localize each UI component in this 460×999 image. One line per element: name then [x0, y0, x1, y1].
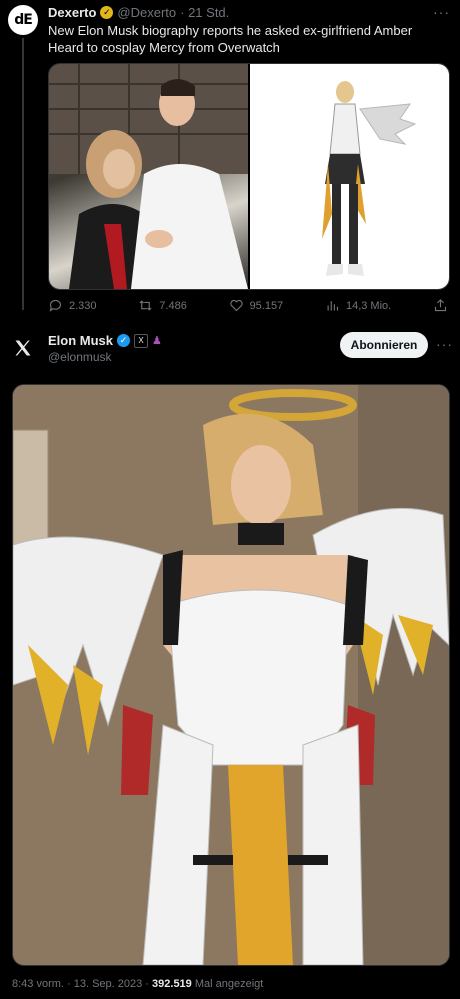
tweet1-author-handle[interactable]: @Dexerto	[117, 5, 176, 20]
media-photo-right[interactable]	[250, 64, 449, 289]
views-icon	[327, 301, 339, 311]
views-button[interactable]: 14,3 Mio.	[325, 298, 391, 313]
share-button[interactable]	[433, 298, 448, 313]
retweet-count: 7.486	[159, 299, 187, 312]
thread-line	[22, 38, 24, 310]
share-icon	[434, 299, 447, 312]
tweet2-author-name[interactable]: Elon Musk	[48, 333, 113, 348]
retweet-button[interactable]: 7.486	[138, 298, 187, 313]
tweet1-time[interactable]: · 21 Std.	[180, 5, 229, 20]
verified-badge-icon: ✓	[100, 6, 114, 19]
reply-count: 2.330	[69, 299, 97, 312]
x-affiliation-icon: X	[134, 333, 149, 348]
tweet1-actions: 2.330 7.486 95.157 14,3 Mio.	[48, 298, 448, 313]
dexerto-avatar[interactable]: dE	[8, 5, 38, 35]
mercy-cosplay-illustration	[13, 385, 449, 965]
retweet-icon	[139, 300, 152, 311]
tweet1-author-name[interactable]: Dexerto	[48, 5, 96, 20]
like-icon	[229, 299, 243, 312]
x-logo-icon[interactable]	[13, 338, 33, 358]
tweet1-header: Dexerto ✓ @Dexerto · 21 Std.	[48, 5, 229, 20]
reply-icon	[49, 299, 62, 312]
tweet1-media[interactable]	[48, 63, 450, 290]
tweet2-timestamp[interactable]: 8:43 vorm. · 13. Sep. 2023 ·	[12, 978, 149, 990]
tweet2-views-count: 392.519	[152, 978, 192, 990]
media-photo-left[interactable]	[49, 64, 248, 289]
photo-couple-illustration	[49, 64, 248, 289]
reply-button[interactable]: 2.330	[48, 298, 97, 313]
tweet2-views-label: Mal angezeigt	[194, 978, 264, 990]
more-icon[interactable]: ···	[436, 336, 453, 352]
verified-badge-icon: ✓	[117, 334, 131, 347]
like-button[interactable]: 95.157	[229, 298, 284, 313]
person-badge-icon: ♟	[152, 335, 162, 347]
tweet2-footer: 8:43 vorm. · 13. Sep. 2023 · 392.519 Mal…	[12, 978, 263, 990]
tweet2-photo[interactable]	[12, 384, 450, 966]
more-icon[interactable]: ···	[433, 4, 450, 20]
mercy-character-illustration	[322, 81, 417, 276]
dexerto-logo-icon: dE	[14, 12, 33, 28]
tweet1-text: New Elon Musk biography reports he asked…	[48, 23, 413, 55]
tweet2-header: Elon Musk ✓ X ♟	[48, 333, 162, 348]
like-count: 95.157	[249, 299, 284, 312]
tweet2-author-handle[interactable]: @elonmusk	[48, 350, 112, 364]
views-count: 14,3 Mio.	[345, 299, 392, 312]
follow-button[interactable]: Abonnieren	[340, 332, 428, 358]
